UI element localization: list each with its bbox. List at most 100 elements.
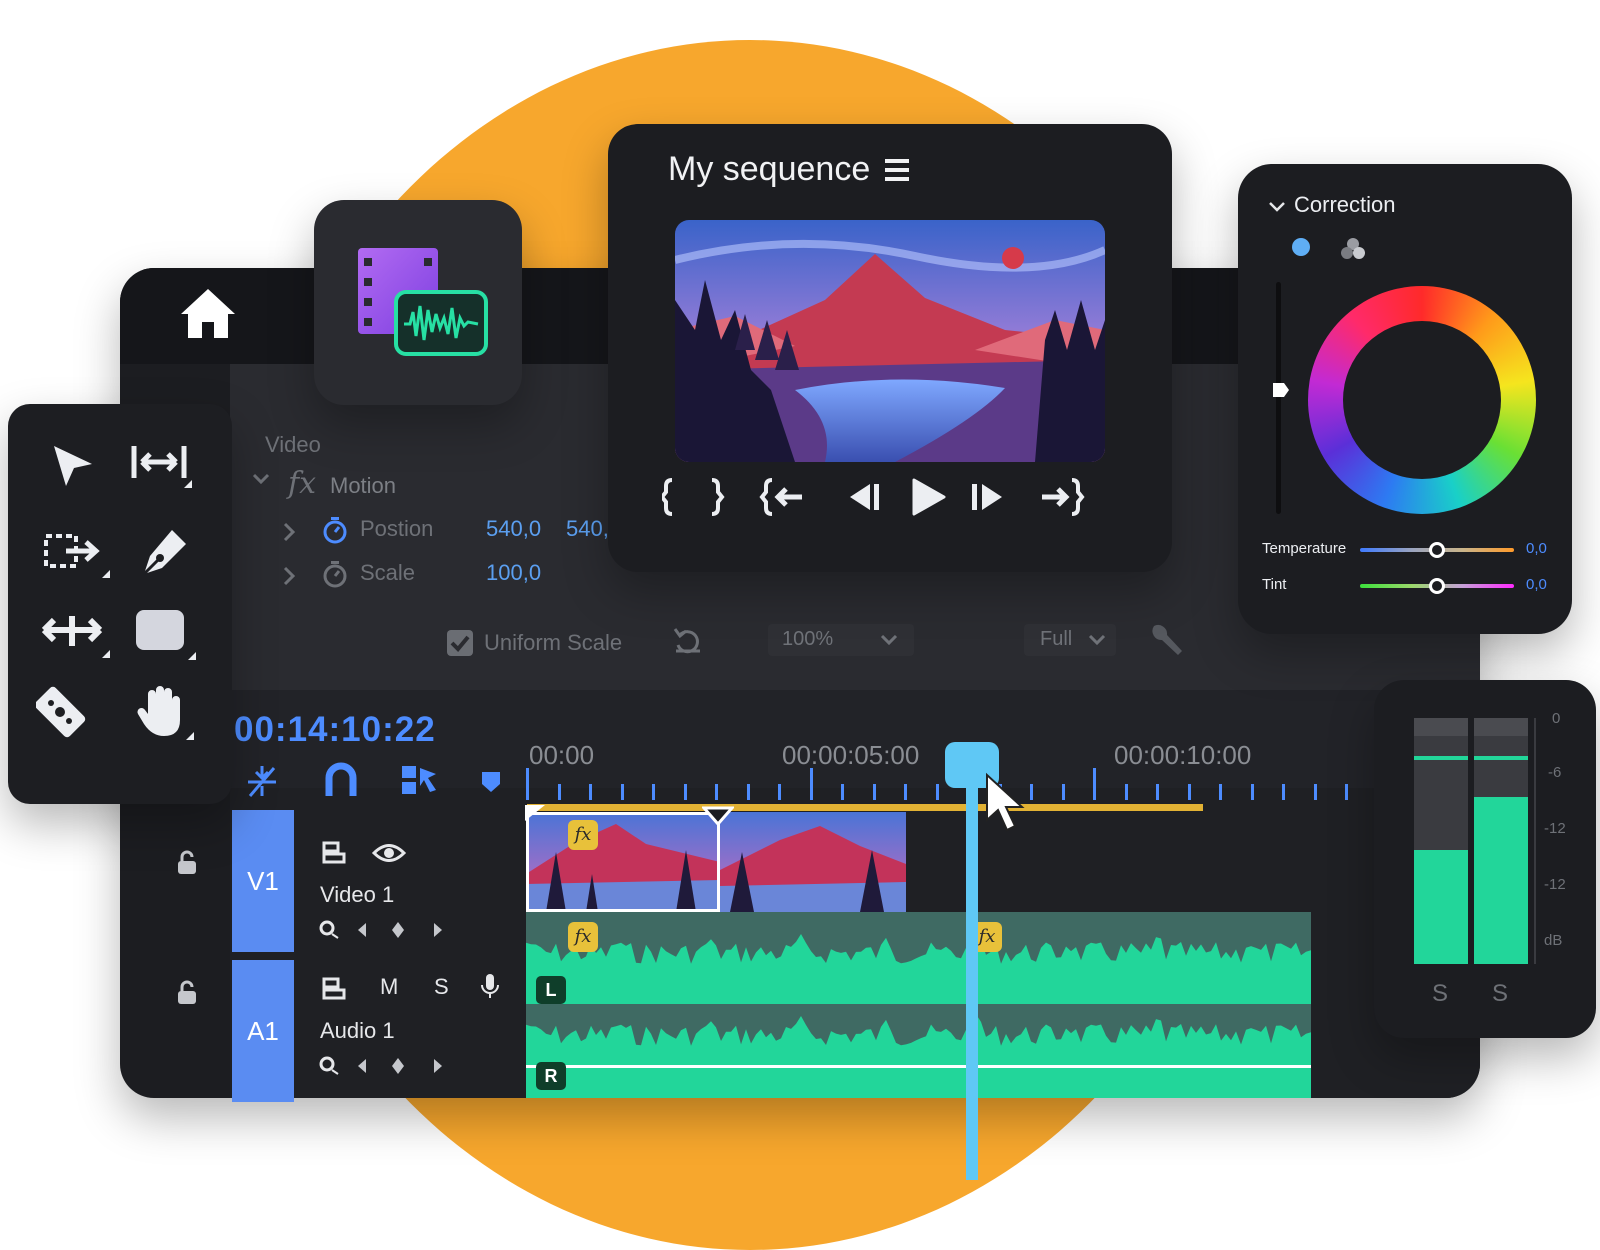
wrench-icon[interactable]	[1148, 622, 1184, 658]
keyframe-navigator[interactable]	[318, 918, 448, 942]
ruler-tick	[715, 784, 718, 800]
single-wheel-icon[interactable]	[1292, 238, 1310, 256]
home-icon[interactable]	[178, 286, 238, 340]
three-wheel-icon[interactable]	[1340, 236, 1366, 260]
chevron-down-icon[interactable]	[252, 472, 270, 486]
tint-thumb[interactable]	[1429, 578, 1445, 594]
effects-section-label: Video	[265, 432, 321, 457]
uniform-scale-checkbox[interactable]	[446, 629, 474, 657]
add-marker-icon[interactable]	[480, 770, 502, 794]
meter-level-left	[1414, 850, 1468, 964]
pen-tool-icon[interactable]	[134, 526, 190, 582]
motion-label: Motion	[330, 473, 397, 498]
stopwatch-icon[interactable]	[322, 560, 348, 588]
mouse-cursor-icon	[986, 772, 1025, 832]
meter-scale-label: dB	[1544, 932, 1563, 949]
meter-peak-left	[1414, 756, 1468, 760]
microphone-icon[interactable]	[480, 972, 500, 1000]
snap-magnet-icon[interactable]	[324, 762, 358, 798]
quality-select[interactable]: Full	[1024, 624, 1116, 656]
volume-line[interactable]	[526, 1065, 1311, 1068]
temperature-value[interactable]: 0,0	[1526, 540, 1547, 557]
meter-solo-right[interactable]: S	[1492, 980, 1508, 1008]
ruler-tick	[778, 784, 781, 800]
ruler-tick	[841, 784, 844, 800]
track-name-video: Video 1	[320, 882, 395, 907]
lock-icon[interactable]	[176, 980, 198, 1006]
fx-badge[interactable]: fx	[568, 820, 598, 850]
ruler-tick	[1030, 784, 1033, 800]
color-wheel[interactable]	[1308, 286, 1536, 514]
mark-in-icon	[662, 478, 673, 516]
tint-value[interactable]: 0,0	[1526, 576, 1547, 593]
monitor-preview[interactable]	[675, 220, 1105, 462]
track-select-icon[interactable]	[42, 528, 112, 580]
meter-scale-label: 0	[1552, 710, 1561, 727]
luma-slider-track[interactable]	[1276, 282, 1281, 514]
ruler-tick	[746, 784, 750, 800]
channel-right-badge: R	[536, 1062, 566, 1090]
meter-channel-left	[1414, 718, 1468, 964]
eye-icon[interactable]	[372, 842, 406, 864]
position-y-value[interactable]: 540,	[566, 516, 609, 542]
clip-transition-marker[interactable]	[702, 806, 734, 826]
monitor-title: My sequence	[668, 150, 871, 188]
video-clip[interactable]	[720, 812, 906, 912]
chevron-down-icon[interactable]	[1268, 200, 1286, 214]
scale-label: Scale	[360, 560, 416, 585]
mark-out-icon	[711, 478, 725, 516]
audio-meter-panel: 0 -6 -12 -12 dB S S	[1374, 680, 1596, 1038]
solo-button[interactable]: S	[434, 974, 449, 1000]
ruler-tick	[1156, 784, 1159, 800]
audio-clip[interactable]	[526, 912, 1311, 1098]
razor-tool-icon[interactable]	[36, 682, 96, 740]
mute-button[interactable]: M	[380, 974, 398, 1000]
luma-slider-thumb[interactable]	[1272, 382, 1290, 398]
video-clip[interactable]	[526, 812, 720, 912]
sync-lock-icon[interactable]	[320, 840, 348, 864]
media-card[interactable]	[314, 200, 522, 405]
playhead-line[interactable]	[966, 780, 978, 1180]
meter-solo-left[interactable]: S	[1432, 980, 1448, 1008]
rectangle-tool-icon[interactable]	[134, 608, 198, 662]
menu-icon[interactable]	[884, 158, 910, 182]
track-name-audio: Audio 1	[320, 1018, 395, 1043]
ruler-tick	[935, 784, 939, 800]
temperature-slider[interactable]	[1360, 542, 1514, 558]
ruler-label: 00:00	[529, 740, 595, 770]
track-target-v1[interactable]: V1	[232, 810, 294, 952]
media-clip-icon	[358, 248, 488, 356]
correction-title: Correction	[1294, 192, 1396, 217]
position-x-value[interactable]: 540,0	[486, 516, 541, 542]
fx-badge[interactable]: fx	[568, 922, 598, 952]
clip-in-marker[interactable]	[525, 805, 547, 823]
sync-lock-icon[interactable]	[320, 976, 348, 1000]
ruler-tick	[809, 768, 813, 800]
reset-icon[interactable]	[672, 625, 704, 655]
chevron-right-icon[interactable]	[282, 522, 296, 542]
channel-left-badge: L	[536, 976, 566, 1004]
stopwatch-icon[interactable]	[322, 516, 348, 544]
ruler-tick	[1093, 768, 1096, 800]
ruler-tick	[1313, 784, 1317, 800]
keyframe-navigator[interactable]	[318, 1054, 448, 1078]
ripple-edit-icon[interactable]	[128, 442, 198, 490]
position-label: Postion	[360, 516, 434, 541]
ruler-label: 00:00:05:00	[782, 740, 920, 770]
hand-tool-icon[interactable]	[134, 684, 196, 744]
track-target-a1[interactable]: A1	[232, 960, 294, 1102]
linked-selection-icon[interactable]	[400, 764, 440, 796]
scale-value[interactable]: 100,0	[486, 560, 541, 586]
work-area-bar[interactable]	[527, 804, 1203, 811]
zoom-select[interactable]: 100%	[768, 624, 914, 656]
chevron-right-icon[interactable]	[282, 566, 296, 586]
nest-sequence-icon[interactable]	[244, 764, 280, 798]
selection-tool-icon[interactable]	[50, 442, 96, 492]
tint-slider[interactable]	[1360, 578, 1514, 594]
lock-icon[interactable]	[176, 850, 198, 876]
temperature-thumb[interactable]	[1429, 542, 1445, 558]
timeline-timecode[interactable]: 00:14:10:22	[234, 710, 436, 750]
meter-channel-right	[1474, 718, 1528, 964]
play-icon	[912, 478, 946, 516]
move-tool-icon[interactable]	[40, 608, 112, 660]
